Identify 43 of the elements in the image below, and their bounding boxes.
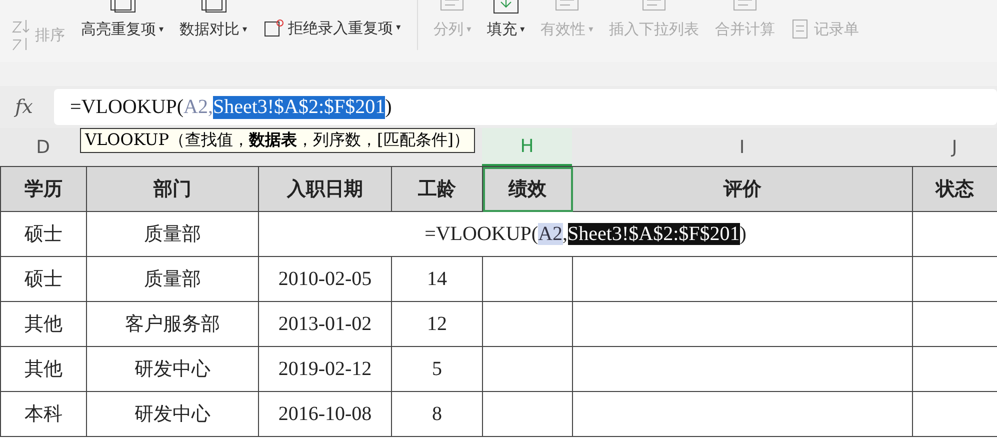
function-label[interactable]: fx bbox=[4, 96, 44, 118]
caret-icon: ▾ bbox=[396, 23, 401, 33]
caret-icon: ▾ bbox=[466, 24, 472, 34]
column-header: 状态 bbox=[912, 166, 997, 212]
toolbar-button[interactable]: 填充 ▾ bbox=[487, 0, 525, 39]
table-cell: 12 bbox=[392, 302, 482, 346]
toolbar-button[interactable]: 拒绝录入重复项 ▾ bbox=[263, 18, 401, 38]
column-letter[interactable]: J bbox=[912, 128, 997, 166]
table-cell: 质量部 bbox=[86, 212, 258, 256]
formula-input[interactable]: =VLOOKUP(A2,Sheet3!$A$2:$F$201) bbox=[54, 89, 997, 125]
caret-icon: ▾ bbox=[588, 24, 594, 34]
toolbar-button[interactable]: 高亮重复项 ▾ bbox=[81, 0, 164, 39]
blocked-entry-icon bbox=[263, 18, 286, 38]
table-cell: 其他 bbox=[0, 346, 86, 392]
column-letter[interactable]: I bbox=[572, 128, 912, 166]
toolbar-button[interactable]: 数据对比 ▾ bbox=[180, 0, 248, 39]
table-cell: 其他 bbox=[0, 302, 86, 346]
caret-icon: ▾ bbox=[242, 24, 248, 34]
sort-icon bbox=[10, 18, 32, 52]
table-cell: 硕士 bbox=[0, 256, 86, 302]
table-cell: 14 bbox=[392, 256, 482, 302]
column-header: 评价 bbox=[572, 166, 912, 212]
table-cell: 研发中心 bbox=[86, 392, 258, 436]
table-cell: 质量部 bbox=[86, 256, 258, 302]
function-tooltip: VLOOKUP（查找值，数据表，列序数，[匹配条件]） bbox=[80, 128, 475, 153]
table-cell: 8 bbox=[392, 392, 482, 436]
column-header: 部门 bbox=[86, 166, 258, 212]
table-cell: 客户服务部 bbox=[86, 302, 258, 346]
table-cell: 2013-01-02 bbox=[258, 302, 392, 346]
cell-editor[interactable]: =VLOOKUP(A2,Sheet3!$A$2:$F$201) bbox=[258, 212, 912, 256]
table-cell: 研发中心 bbox=[86, 346, 258, 392]
column-header: 绩效 bbox=[482, 166, 572, 212]
table-cell: 2010-02-05 bbox=[258, 256, 392, 302]
table-cell: 本科 bbox=[0, 392, 86, 436]
column-header: 工龄 bbox=[392, 166, 482, 212]
table-cell: 2016-10-08 bbox=[258, 392, 392, 436]
caret-icon: ▾ bbox=[159, 24, 164, 34]
column-header: 学历 bbox=[0, 166, 86, 212]
table-cell: 5 bbox=[392, 346, 482, 392]
table-cell: 硕士 bbox=[0, 212, 86, 256]
table-cell: 2019-02-12 bbox=[258, 346, 392, 392]
caret-icon: ▾ bbox=[520, 24, 525, 34]
column-header: 入职日期 bbox=[258, 166, 392, 212]
